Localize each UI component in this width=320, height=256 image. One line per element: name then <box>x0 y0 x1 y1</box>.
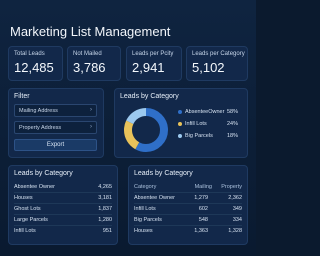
table-row[interactable]: Big Parcels 548 334 <box>134 215 242 226</box>
table-row[interactable]: Houses 1,363 1,328 <box>134 226 242 237</box>
category-list-title: Leads by Category <box>14 170 73 177</box>
stat-value: 3,786 <box>73 60 106 75</box>
category-table-title: Leads by Category <box>134 170 193 177</box>
table-row[interactable]: Absentee Owner 1,279 2,362 <box>134 193 242 204</box>
stat-value: 5,102 <box>192 60 225 75</box>
list-item[interactable]: Absentee Owner 4,265 <box>14 182 112 193</box>
table-row[interactable]: Infill Lots 602 349 <box>134 204 242 215</box>
stat-label: Leads per Category <box>192 51 245 57</box>
stat-card-leads-per-category[interactable]: Leads per Category 5,102 <box>186 46 248 81</box>
legend-pct: 58% <box>226 109 238 115</box>
donut-chart <box>124 108 168 152</box>
list-item[interactable]: Ghost Lots 1,837 <box>14 204 112 215</box>
legend-pct: 18% <box>226 133 238 139</box>
legend-item-infill-lots: Infill Lots 24% <box>178 121 238 127</box>
donut-panel: Leads by Category AbsenteeOwner 58% Infi… <box>114 88 248 158</box>
mailing-address-label: Mailing Address <box>19 108 58 114</box>
export-button[interactable]: Export <box>14 139 97 151</box>
legend-pct: 24% <box>226 121 238 127</box>
property-address-select[interactable]: Property Address › <box>14 121 97 134</box>
stat-card-total-leads[interactable]: Total Leads 12,485 <box>8 46 63 81</box>
page-title: Marketing List Management <box>10 24 171 39</box>
filter-title: Filter <box>14 93 30 100</box>
category-list-panel: Leads by Category Absentee Owner 4,265 Ho… <box>8 165 118 245</box>
property-address-label: Property Address <box>19 125 62 131</box>
stat-value: 2,941 <box>132 60 165 75</box>
legend-dot <box>178 133 182 138</box>
dashboard-page: Marketing List Management Total Leads 12… <box>0 0 256 256</box>
chevron-right-icon: › <box>90 107 92 113</box>
stat-label: Not Mailed <box>73 51 102 57</box>
donut-title: Leads by Category <box>120 93 179 100</box>
list-item[interactable]: Infill Lots 951 <box>14 226 112 237</box>
stat-card-leads-per-pcity[interactable]: Leads per Pcity 2,941 <box>126 46 182 81</box>
stat-label: Leads per Pcity <box>132 51 174 57</box>
category-table-panel: Leads by Category Category Mailing Prope… <box>128 165 248 245</box>
legend-item-absentee-owner: AbsenteeOwner 58% <box>178 109 238 115</box>
filter-panel: Filter Mailing Address › Property Addres… <box>8 88 104 158</box>
table-header: Category Mailing Property <box>134 182 242 193</box>
legend-dot <box>178 121 182 126</box>
stat-value: 12,485 <box>14 60 54 75</box>
mailing-address-select[interactable]: Mailing Address › <box>14 104 97 117</box>
chevron-right-icon: › <box>90 124 92 130</box>
stat-label: Total Leads <box>14 51 45 57</box>
list-item[interactable]: Large Parcels 1,280 <box>14 215 112 226</box>
legend-dot <box>178 109 182 114</box>
list-item[interactable]: Houses 3,181 <box>14 193 112 204</box>
legend-item-big-parcels: Big Parcels 18% <box>178 133 238 139</box>
stat-card-not-mailed[interactable]: Not Mailed 3,786 <box>67 46 121 81</box>
